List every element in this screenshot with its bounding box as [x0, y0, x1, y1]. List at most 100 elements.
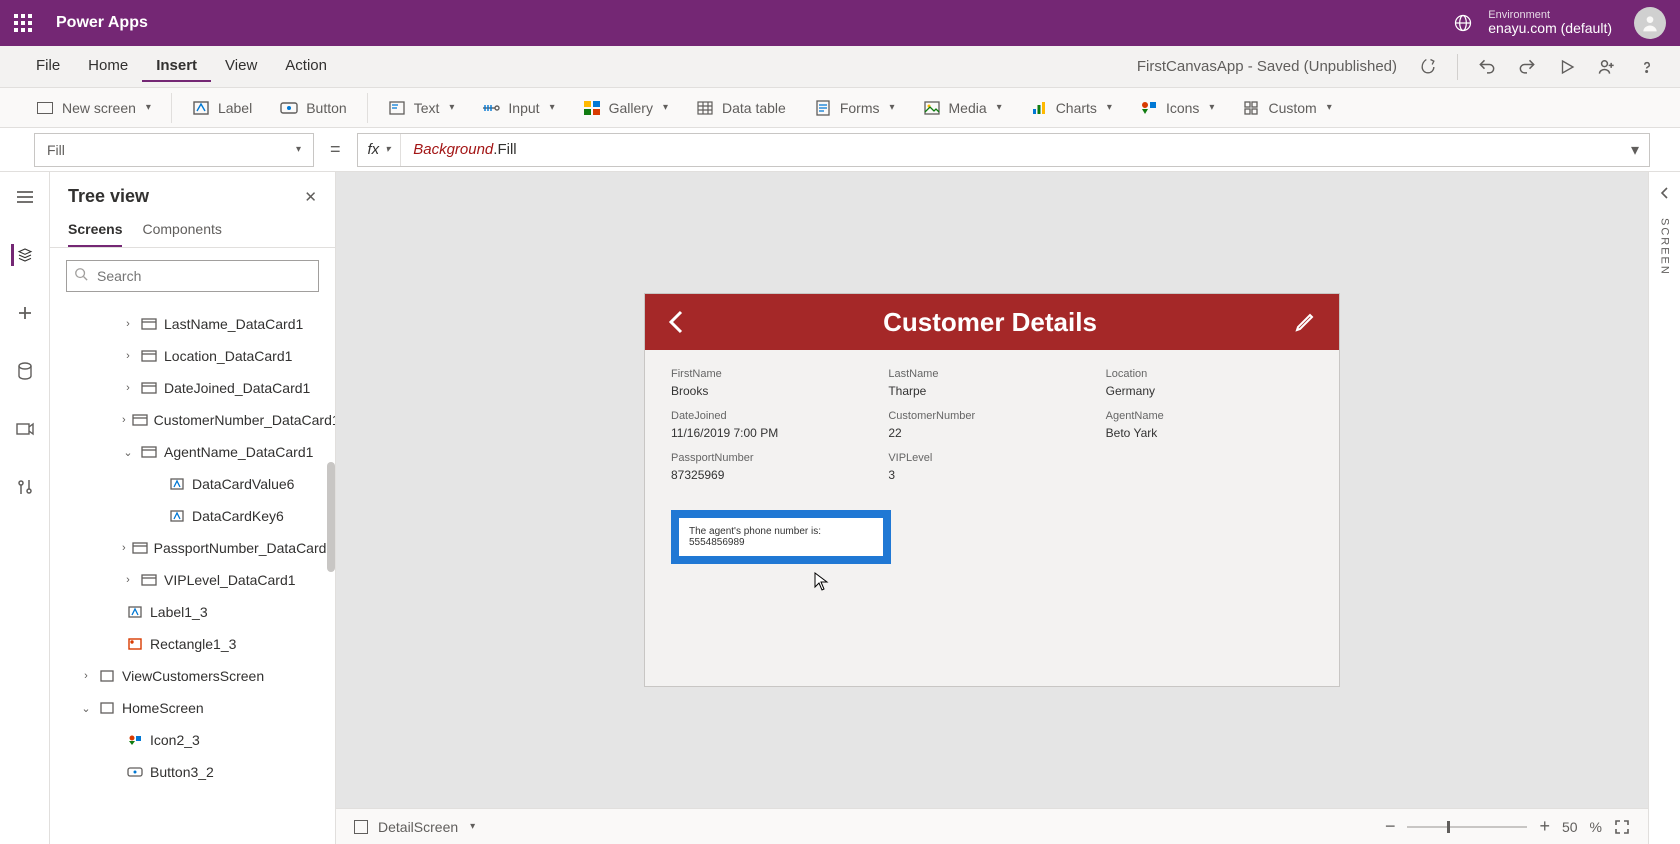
fx-icon[interactable]: fx▾: [358, 134, 402, 166]
node-label: Label1_3: [150, 604, 208, 620]
undo-icon[interactable]: [1476, 56, 1498, 78]
menu-insert[interactable]: Insert: [142, 51, 211, 82]
tree-node[interactable]: Rectangle1_3: [50, 628, 335, 660]
formula-input[interactable]: Background.Fill: [401, 141, 1621, 158]
chevron-icon[interactable]: ›: [122, 414, 126, 426]
tree-view-icon[interactable]: [11, 244, 33, 266]
zoom-in-icon[interactable]: +: [1539, 816, 1550, 837]
field-label: VIPLevel: [888, 452, 1095, 464]
chevron-icon[interactable]: ›: [122, 382, 134, 394]
app-launcher-icon[interactable]: [14, 14, 32, 32]
button-button[interactable]: Button: [266, 95, 360, 121]
formula-bar: Fill ▾ = fx▾ Background.Fill ▾: [0, 128, 1680, 172]
help-icon[interactable]: [1636, 56, 1658, 78]
media-button[interactable]: Media▾: [909, 95, 1016, 121]
chevron-left-icon: [1660, 186, 1670, 200]
app-checker-icon[interactable]: [1417, 56, 1439, 78]
chevron-icon[interactable]: ⌄: [122, 446, 134, 459]
play-icon[interactable]: [1556, 56, 1578, 78]
app-preview[interactable]: Customer Details FirstNameBrooksLastName…: [645, 294, 1339, 686]
zoom-unit: %: [1590, 819, 1602, 835]
hamburger-icon[interactable]: [14, 186, 36, 208]
preview-field[interactable]: CustomerNumber22: [888, 410, 1095, 440]
formula-token-property: .Fill: [493, 141, 516, 158]
chevron-icon[interactable]: ⌄: [80, 702, 92, 715]
preview-field[interactable]: VIPLevel3: [888, 452, 1095, 482]
environment-picker[interactable]: Environment enayu.com (default): [1452, 9, 1612, 36]
insert-icon[interactable]: [14, 302, 36, 324]
menu-view[interactable]: View: [211, 51, 271, 82]
menu-file[interactable]: File: [22, 51, 74, 82]
preview-field[interactable]: AgentNameBeto Yark: [1106, 410, 1313, 440]
preview-field[interactable]: LastNameTharpe: [888, 368, 1095, 398]
media-rail-icon[interactable]: [14, 418, 36, 440]
menu-home[interactable]: Home: [74, 51, 142, 82]
tree-node[interactable]: › DateJoined_DataCard1: [50, 372, 335, 404]
tree-tab-components[interactable]: Components: [142, 221, 221, 247]
preview-field[interactable]: LocationGermany: [1106, 368, 1313, 398]
preview-field[interactable]: DateJoined11/16/2019 7:00 PM: [671, 410, 878, 440]
zoom-slider[interactable]: [1407, 826, 1527, 828]
label-button[interactable]: Label: [178, 95, 266, 121]
agent-phone-callout[interactable]: The agent's phone number is: 5554856989: [671, 510, 891, 564]
tree-node[interactable]: › ViewCustomersScreen: [50, 660, 335, 692]
property-selector[interactable]: Fill ▾: [34, 133, 314, 167]
data-icon[interactable]: [14, 360, 36, 382]
icons-icon: [1140, 99, 1158, 117]
chevron-down-icon[interactable]: ▾: [470, 821, 475, 832]
advanced-tools-icon[interactable]: [14, 476, 36, 498]
share-icon[interactable]: [1596, 56, 1618, 78]
tree-node[interactable]: ›VIPLevel_DataCard1: [50, 564, 335, 596]
tree-node[interactable]: DataCardKey6: [50, 500, 335, 532]
menu-action[interactable]: Action: [271, 51, 341, 82]
data-table-button[interactable]: Data table: [682, 95, 800, 121]
app-status: FirstCanvasApp - Saved (Unpublished): [1137, 58, 1397, 75]
chevron-icon[interactable]: ›: [80, 670, 92, 682]
user-avatar[interactable]: [1634, 7, 1666, 39]
node-label: DateJoined_DataCard1: [164, 380, 310, 396]
gallery-button[interactable]: Gallery▾: [569, 95, 682, 121]
tree-node[interactable]: ›Location_DataCard1: [50, 340, 335, 372]
tree-node[interactable]: ⌄AgentName_DataCard1: [50, 436, 335, 468]
tree-node[interactable]: DataCardValue6: [50, 468, 335, 500]
chevron-down-icon: ▾: [1327, 102, 1332, 113]
node-label: ViewCustomersScreen: [122, 668, 264, 684]
tree-node[interactable]: ›LastName_DataCard1: [50, 308, 335, 340]
chevron-icon[interactable]: ›: [122, 350, 134, 362]
redo-icon[interactable]: [1516, 56, 1538, 78]
new-screen-button[interactable]: New screen ▾: [22, 95, 165, 121]
tree-node[interactable]: Label1_3: [50, 596, 335, 628]
icons-button[interactable]: Icons▾: [1126, 95, 1229, 121]
menu-bar: FileHomeInsertViewAction FirstCanvasApp …: [0, 46, 1680, 88]
search-input[interactable]: [66, 260, 319, 292]
formula-expand-icon[interactable]: ▾: [1621, 140, 1649, 160]
close-icon[interactable]: ✕: [304, 188, 317, 206]
node-type-icon: [126, 765, 144, 779]
chevron-icon[interactable]: ›: [122, 542, 126, 554]
text-button[interactable]: Text▾: [374, 95, 469, 121]
formula-token-object: Background: [413, 141, 493, 158]
preview-field[interactable]: FirstNameBrooks: [671, 368, 878, 398]
tree-scrollbar[interactable]: [327, 462, 335, 572]
node-type-icon: [132, 413, 148, 427]
select-screen-checkbox[interactable]: [354, 820, 368, 834]
right-properties-rail[interactable]: SCREEN: [1648, 172, 1680, 844]
tree-tab-screens[interactable]: Screens: [68, 221, 122, 247]
charts-button[interactable]: Charts▾: [1016, 95, 1126, 121]
back-icon[interactable]: [667, 308, 687, 336]
tree-node[interactable]: Button3_2: [50, 756, 335, 788]
preview-field[interactable]: PassportNumber87325969: [671, 452, 878, 482]
custom-button[interactable]: Custom▾: [1228, 95, 1345, 121]
zoom-out-icon[interactable]: −: [1385, 816, 1396, 837]
chevron-icon[interactable]: ›: [122, 318, 134, 330]
tree-node[interactable]: Icon2_3: [50, 724, 335, 756]
edit-icon[interactable]: [1293, 310, 1317, 334]
tree-node[interactable]: ›PassportNumber_DataCard1: [50, 532, 335, 564]
fit-screen-icon[interactable]: [1614, 819, 1630, 835]
tree-node[interactable]: ›CustomerNumber_DataCard1: [50, 404, 335, 436]
current-screen-name[interactable]: DetailScreen: [378, 819, 458, 835]
input-button[interactable]: Input▾: [468, 95, 568, 121]
chevron-icon[interactable]: ›: [122, 574, 134, 586]
forms-button[interactable]: Forms▾: [800, 95, 909, 121]
tree-node[interactable]: ⌄HomeScreen: [50, 692, 335, 724]
